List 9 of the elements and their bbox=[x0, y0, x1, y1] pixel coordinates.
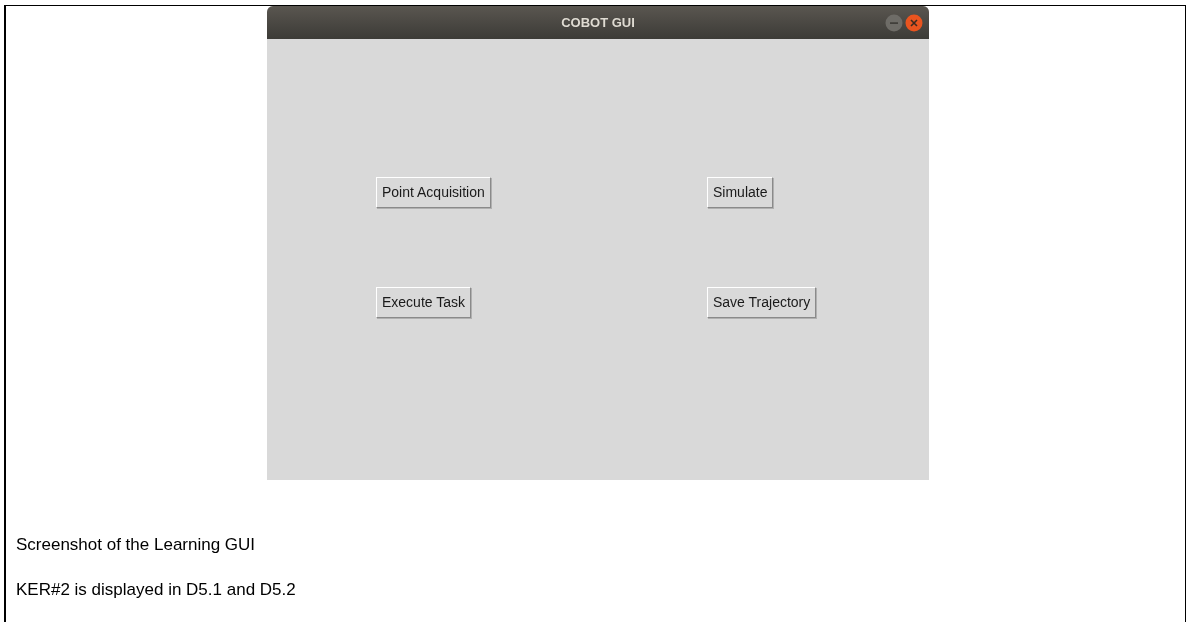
caption-text: Screenshot of the Learning GUI bbox=[16, 534, 257, 556]
close-icon[interactable] bbox=[905, 14, 923, 32]
action-button[interactable]: Save Trajectory bbox=[707, 287, 817, 318]
window-title: COBOT GUI bbox=[561, 13, 635, 32]
action-button[interactable]: Execute Task bbox=[376, 287, 471, 318]
action-button[interactable]: Point Acquisition bbox=[376, 177, 491, 208]
caption-text: KER#2 is displayed in D5.1 and D5.2 bbox=[16, 578, 297, 601]
minimize-icon[interactable] bbox=[885, 14, 903, 32]
action-button[interactable]: Simulate bbox=[707, 177, 774, 208]
